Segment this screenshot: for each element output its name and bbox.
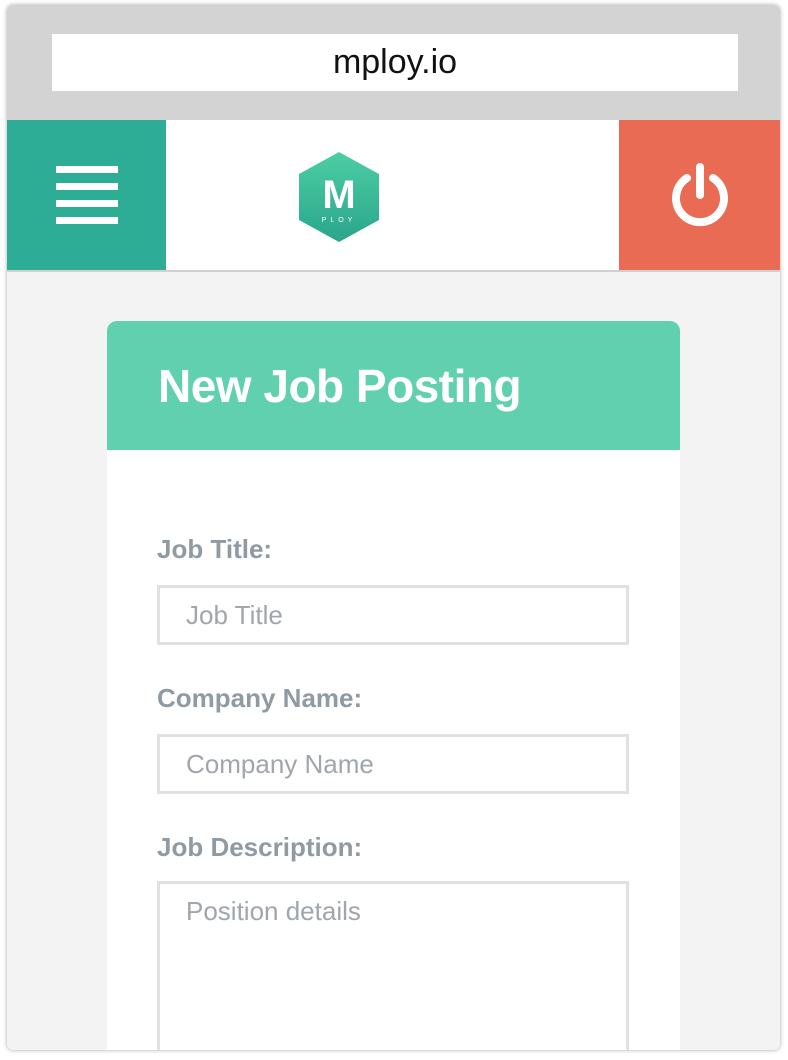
mploy-logo[interactable]: M PLOY: [297, 150, 381, 244]
power-icon: [671, 163, 728, 227]
new-job-card: New Job Posting Job Title: Company Name:…: [107, 321, 680, 1050]
page-title: New Job Posting: [158, 359, 522, 412]
url-bar[interactable]: mploy.io: [52, 34, 738, 91]
job-description-textarea[interactable]: [157, 881, 629, 1050]
company-name-label: Company Name:: [157, 683, 363, 713]
job-title-label: Job Title:: [157, 534, 273, 564]
device-frame: mploy.io M PLOY New Job Posting Job Titl…: [7, 5, 780, 1050]
browser-bar: mploy.io: [7, 5, 780, 120]
logo-letter: M: [322, 173, 355, 217]
job-form: Job Title: Company Name: Job Description…: [107, 534, 680, 1050]
url-text: mploy.io: [332, 43, 458, 81]
card-header: New Job Posting: [107, 321, 680, 450]
hamburger-menu-icon: [55, 166, 118, 224]
job-description-label: Job Description:: [157, 832, 363, 862]
logout-button[interactable]: [619, 120, 780, 270]
company-name-input[interactable]: [157, 734, 629, 794]
job-title-input[interactable]: [157, 585, 629, 645]
menu-button[interactable]: [7, 120, 166, 270]
app-header: M PLOY: [7, 120, 780, 272]
logo-subtext: PLOY: [322, 217, 357, 224]
